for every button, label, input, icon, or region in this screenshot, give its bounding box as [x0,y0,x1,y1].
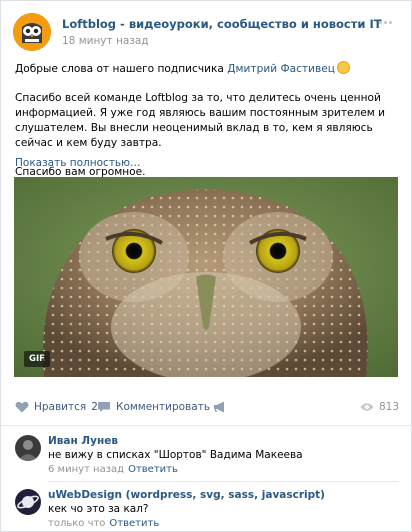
comment-text: кек чо это за кал? [48,503,149,515]
actions-divider [1,425,411,426]
heart-icon [15,401,29,413]
commenter-avatar[interactable] [15,435,41,461]
megaphone-icon [214,401,224,413]
comment-divider [48,481,399,482]
comment-author[interactable]: Иван Лунев [48,435,118,447]
post-time[interactable]: 18 минут назад [62,35,149,47]
eye-icon [360,403,374,411]
commenter-avatar[interactable] [15,489,41,515]
owl-logo-icon [13,13,51,51]
comment-label: Комментировать [116,401,211,413]
comment-item: uWebDesign (wordpress, svg, sass, javasc… [15,489,399,531]
post-paragraph: Спасибо всей команде Loftblog за то, что… [15,92,386,149]
reply-link[interactable]: Ответить [128,464,178,475]
post-header: Loftblog - видеоуроки, сообщество и ново… [13,13,401,53]
comment-author[interactable]: uWebDesign (wordpress, svg, sass, javasc… [48,489,325,501]
planet-logo-icon [15,489,41,515]
comment-meta: только что Ответить [48,518,159,529]
person-photo-icon [15,435,41,461]
views-count: 813 [378,401,399,413]
comment-time[interactable]: 6 минут назад [48,464,124,475]
subscriber-link[interactable]: Дмитрий Фастивец [227,63,335,75]
gif-badge: GIF [24,351,50,367]
owl-image [14,177,398,377]
post-author[interactable]: Loftblog - видеоуроки, сообщество и ново… [62,17,382,31]
reply-link[interactable]: Ответить [109,518,159,529]
more-options-icon[interactable] [379,15,399,25]
comment-button[interactable]: Комментировать [97,401,210,413]
post-intro: Добрые слова от нашего подписчика [15,63,228,75]
comment-meta: 6 минут назад Ответить [48,464,178,475]
comment-time[interactable]: только что [48,518,105,529]
show-more-link[interactable]: Показать полностью… [15,157,140,169]
post-card: Loftblog - видеоуроки, сообщество и ново… [0,0,412,532]
smile-emoji-icon [336,61,350,74]
like-label: Нравится [34,401,87,413]
views-counter: 813 [360,401,399,413]
community-avatar[interactable] [13,13,51,51]
comment-text: не вижу в списках "Шортов" Вадима Макеев… [48,449,303,461]
like-button[interactable]: Нравится 2 [15,401,98,413]
gif-attachment[interactable]: GIF [14,177,398,377]
post-actions: Нравится 2 Комментировать 813 [15,399,399,419]
comment-item: Иван Лунев не вижу в списках "Шортов" Ва… [15,435,399,479]
comment-icon [98,402,110,412]
share-button[interactable] [213,401,226,413]
